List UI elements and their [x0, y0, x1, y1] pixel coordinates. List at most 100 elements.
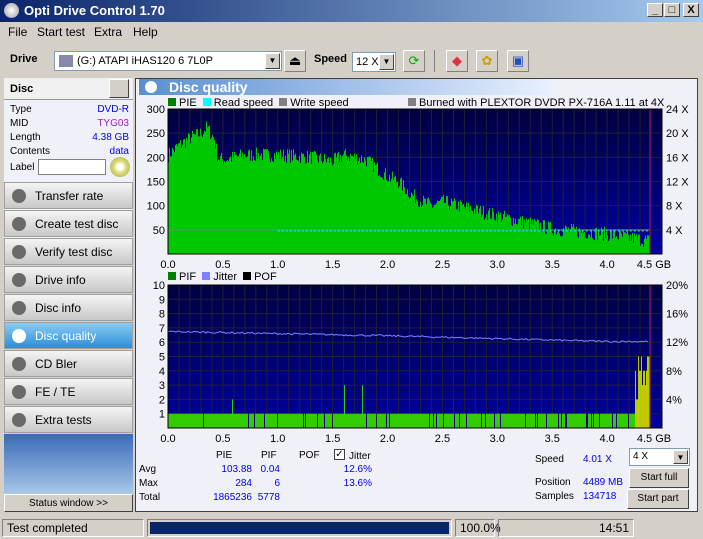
pif-bar [329, 413, 330, 428]
pie-bar [539, 230, 540, 254]
menu-file[interactable]: File [8, 25, 27, 39]
pie-bar [241, 157, 242, 254]
sidebar-item-disc-quality[interactable]: Disc quality [4, 322, 133, 349]
sidebar-item-drive-info[interactable]: Drive info [4, 266, 133, 293]
charts: 50 100 150 200 250 300 4 X 8 X 12 X 16 X 20 X 24 X 0… [147, 104, 690, 445]
pif-bar [302, 413, 303, 428]
pie-bar [190, 143, 191, 254]
pif-bar [447, 413, 448, 428]
sidebar-item-transfer-rate[interactable]: Transfer rate [4, 182, 133, 209]
pie-bar [460, 200, 461, 254]
pie-bar [259, 160, 260, 254]
pif-bar [444, 413, 445, 428]
y2-tick-label: 16% [666, 309, 688, 321]
sidebar-item-cd-bler[interactable]: CD Bler [4, 350, 133, 377]
pif-bar [316, 413, 317, 428]
pif-bar [314, 413, 315, 428]
start-full-button[interactable]: Start full [629, 468, 689, 488]
pif-bar [218, 413, 219, 428]
disc-toggle-button[interactable] [109, 79, 129, 98]
pie-bar [557, 231, 558, 254]
pie-bar [487, 220, 488, 254]
pie-bar [354, 153, 355, 254]
maximize-button[interactable]: □ [664, 3, 680, 17]
speed-select[interactable]: 12 X ▼ [352, 52, 396, 72]
pie-bar [400, 178, 401, 254]
pie-bar [322, 163, 323, 254]
chevron-down-icon[interactable]: ▼ [379, 54, 394, 70]
pif-bar [513, 413, 514, 428]
pie-bar [212, 134, 213, 254]
drive-select[interactable]: (G:) ATAPI iHAS120 6 7L0P ▼ [54, 51, 282, 71]
save-button[interactable]: ▣ [507, 50, 529, 72]
sidebar-item-verify-test-disc[interactable]: Verify test disc [4, 238, 133, 265]
pif-bar [496, 413, 497, 428]
minimize-button[interactable]: _ [647, 3, 663, 17]
pie-bar [503, 214, 504, 254]
pie-bar [569, 232, 570, 254]
pie-bar [204, 130, 205, 254]
chevron-down-icon[interactable]: ▼ [673, 450, 688, 464]
sidebar-item-disc-info[interactable]: Disc info [4, 294, 133, 321]
eject-button[interactable]: ⏏ [284, 50, 306, 72]
pie-bar [200, 128, 201, 254]
pif-bar [179, 413, 180, 428]
sidebar-item-create-test-disc[interactable]: Create test disc [4, 210, 133, 237]
x-tick-label: 0.0 [160, 433, 175, 445]
pie-bar [341, 161, 342, 254]
title-bar: Opti Drive Control 1.70 _ □ X [0, 0, 703, 22]
pif-bar [452, 413, 453, 428]
sidebar-item-label: Disc info [35, 301, 82, 315]
pif-bar [504, 413, 505, 428]
pif-bar [644, 370, 645, 428]
pif-bar [601, 413, 602, 428]
pie-bar [424, 198, 425, 254]
pif-bar [225, 413, 226, 428]
disc-icon-button[interactable] [110, 157, 130, 177]
pie-bar [371, 161, 372, 254]
sidebar-item-extra-tests[interactable]: Extra tests [4, 406, 133, 433]
pif-bar [622, 413, 623, 428]
disc-icon [12, 217, 26, 231]
pie-bar [622, 236, 623, 254]
pie-bar [536, 221, 537, 254]
pie-bar [513, 217, 514, 254]
pif-bar [295, 413, 296, 428]
close-button[interactable]: X [683, 3, 699, 17]
menu-help[interactable]: Help [133, 25, 158, 39]
pie-bar [381, 177, 382, 254]
pif-bar [347, 413, 348, 428]
pif-bar [398, 413, 399, 428]
menu-start-test[interactable]: Start test [37, 25, 85, 39]
settings-button[interactable]: ✿ [476, 50, 498, 72]
pie-bar [636, 234, 637, 254]
jitter-checkbox[interactable]: ✓ [334, 449, 345, 460]
pif-bar [182, 413, 183, 428]
erase-button[interactable]: ◆ [446, 50, 468, 72]
pif-bar [434, 413, 435, 428]
pif-bar [280, 413, 281, 428]
pif-bar [291, 413, 292, 428]
pie-bar [452, 201, 453, 254]
refresh-button[interactable]: ⟳ [403, 50, 425, 72]
y2-tick-label: 20 X [666, 128, 689, 140]
pie-bar [323, 160, 324, 254]
pif-bar [328, 413, 329, 428]
pif-bar [420, 413, 421, 428]
pie-bar [597, 239, 598, 254]
status-window-button[interactable]: Status window >> [4, 494, 133, 512]
label-input[interactable] [38, 159, 106, 175]
pie-bar [368, 156, 369, 254]
pie-bar [345, 148, 346, 254]
progress-percent: 100.0% [455, 519, 501, 537]
menu-extra[interactable]: Extra [94, 25, 122, 39]
start-part-button[interactable]: Start part [627, 489, 689, 509]
pif-bar [645, 385, 646, 428]
test-speed-select[interactable]: 4 X ▼ [629, 448, 690, 466]
pie-bar [571, 223, 572, 254]
pie-bar [367, 156, 368, 254]
pie-bar [237, 156, 238, 254]
sidebar-item-fe-te[interactable]: FE / TE [4, 378, 133, 405]
pie-bar [507, 214, 508, 254]
chevron-down-icon[interactable]: ▼ [265, 53, 280, 69]
